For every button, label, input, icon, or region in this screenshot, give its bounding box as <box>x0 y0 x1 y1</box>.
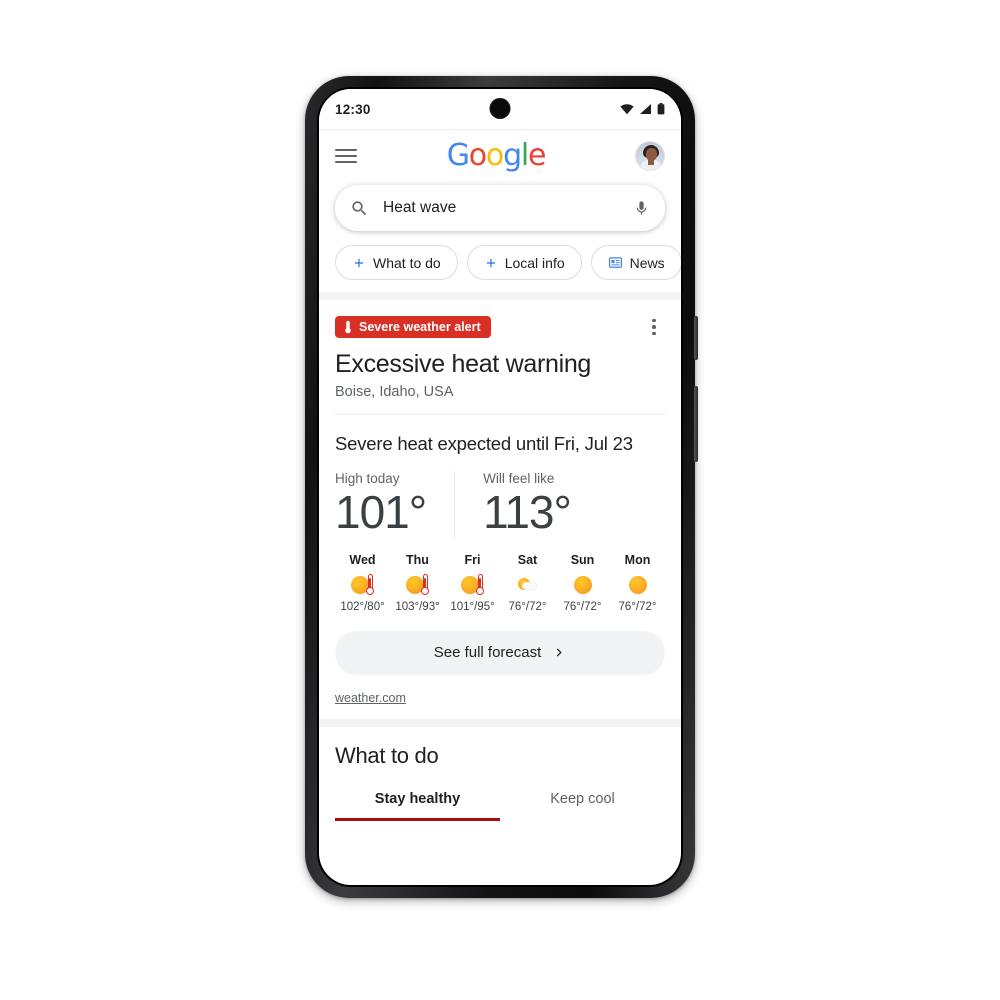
sun-thermometer-icon <box>390 572 445 598</box>
see-full-forecast-button[interactable]: See full forecast <box>335 630 665 675</box>
section-divider <box>319 718 681 727</box>
day-temps: 76°/72° <box>563 600 602 613</box>
plus-icon <box>486 258 495 267</box>
what-to-do-title: What to do <box>335 742 439 768</box>
app-header: Google <box>319 129 681 181</box>
feels-like-block: Will feel like 113° <box>454 471 599 539</box>
alert-location: Boise, Idaho, USA <box>335 384 454 400</box>
logo-letter-e: e <box>528 138 546 173</box>
phone-screen: 12:30 Google Heat wave What to do Local … <box>319 89 681 885</box>
day-name: Sun <box>570 552 595 567</box>
logo-letter-o1: o <box>468 138 487 173</box>
search-icon <box>352 200 367 215</box>
search-bar[interactable]: Heat wave <box>335 185 665 231</box>
day-temps: 76°/72° <box>618 600 657 613</box>
source-row: weather.com <box>335 675 665 719</box>
forecast-day: Wed 102°/80° <box>335 553 390 613</box>
chip-label: What to do <box>373 254 441 271</box>
sun-thermometer-icon <box>335 572 390 598</box>
status-bar-icons <box>620 103 665 115</box>
google-logo: Google <box>357 138 635 173</box>
partly-cloudy-icon <box>500 572 555 598</box>
alert-header: Severe weather alert Excessive heat warn… <box>335 300 665 414</box>
day-name: Fri <box>464 552 481 567</box>
logo-letter-o2: o <box>485 138 504 173</box>
forecast-day: Sat 76°/72° <box>500 553 555 613</box>
chip-local-info[interactable]: Local info <box>466 245 582 280</box>
logo-letter-l: l <box>520 138 529 173</box>
tab-stay-healthy[interactable]: Stay healthy <box>335 791 500 821</box>
logo-letter-g: g <box>503 138 522 173</box>
thermometer-icon <box>345 320 351 334</box>
day-name: Mon <box>624 552 651 567</box>
day-temps: 76°/72° <box>508 600 547 613</box>
filter-chips-row[interactable]: What to do Local info News <box>319 243 681 292</box>
forecast-day: Mon 76°/72° <box>610 553 665 613</box>
badge-label: Severe weather alert <box>359 320 481 334</box>
what-to-do-tabs: Stay healthy Keep cool <box>335 791 665 821</box>
what-to-do-section: What to do Stay healthy Keep cool <box>319 726 681 821</box>
sun-thermometer-icon <box>445 572 500 598</box>
forecast-day: Fri 101°/95° <box>445 553 500 613</box>
status-bar-time: 12:30 <box>335 101 371 117</box>
microphone-icon[interactable] <box>633 198 650 219</box>
day-name: Wed <box>349 552 376 567</box>
day-name: Sat <box>517 552 538 567</box>
search-section: Heat wave <box>319 181 681 243</box>
battery-icon <box>657 103 665 115</box>
wifi-icon <box>620 104 634 115</box>
chevron-right-icon <box>557 648 562 657</box>
day-temps: 103°/93° <box>395 600 440 613</box>
source-link[interactable]: weather.com <box>335 691 406 705</box>
section-divider <box>319 292 681 300</box>
status-badge: Severe weather alert <box>335 316 491 338</box>
sun-icon <box>610 572 665 598</box>
day-name: Thu <box>406 552 429 567</box>
phone-device-frame: 12:30 Google Heat wave What to do Local … <box>305 76 698 898</box>
hamburger-menu-icon[interactable] <box>335 145 357 167</box>
more-vertical-icon[interactable] <box>643 316 665 338</box>
sun-icon <box>555 572 610 598</box>
chip-label: News <box>629 254 665 271</box>
forecast-headline: Severe heat expected until Fri, Jul 23 <box>335 433 633 454</box>
day-temps: 102°/80° <box>340 600 385 613</box>
weather-alert-card: Severe weather alert Excessive heat warn… <box>319 300 681 719</box>
high-today-block: High today 101° <box>335 471 454 539</box>
high-today-label: High today <box>335 471 400 486</box>
status-bar: 12:30 <box>319 89 681 129</box>
feels-like-label: Will feel like <box>483 471 555 486</box>
temperature-summary: High today 101° Will feel like 113° <box>335 471 665 539</box>
page-title: Excessive heat warning <box>335 350 592 378</box>
phone-bezel: 12:30 Google Heat wave What to do Local … <box>317 87 683 887</box>
tab-keep-cool[interactable]: Keep cool <box>500 791 665 821</box>
high-today-value: 101° <box>335 486 427 538</box>
search-input[interactable]: Heat wave <box>383 199 633 217</box>
cellular-signal-icon <box>640 104 651 114</box>
power-button[interactable] <box>694 316 698 360</box>
chip-label: Local info <box>504 254 565 271</box>
forecast-day: Sun 76°/72° <box>555 553 610 613</box>
volume-rocker-button[interactable] <box>694 386 698 462</box>
plus-icon <box>354 258 364 267</box>
avatar-face <box>645 147 657 161</box>
user-profile-avatar[interactable] <box>635 140 665 171</box>
forecast-day: Thu 103°/93° <box>390 553 445 613</box>
feels-like-value: 113° <box>483 486 572 538</box>
see-full-forecast-label: See full forecast <box>433 644 542 662</box>
chip-what-to-do[interactable]: What to do <box>335 245 458 280</box>
front-camera-punch-hole <box>489 98 511 119</box>
screenshot-canvas: 12:30 Google Heat wave What to do Local … <box>0 0 1000 1000</box>
daily-forecast-row: Wed 102°/80° Thu 103°/93° Fri 101°/95° S… <box>335 553 665 613</box>
logo-letter-G: G <box>446 138 470 173</box>
day-temps: 101°/95° <box>450 600 495 613</box>
chip-news[interactable]: News <box>590 245 681 280</box>
news-icon <box>608 257 622 268</box>
